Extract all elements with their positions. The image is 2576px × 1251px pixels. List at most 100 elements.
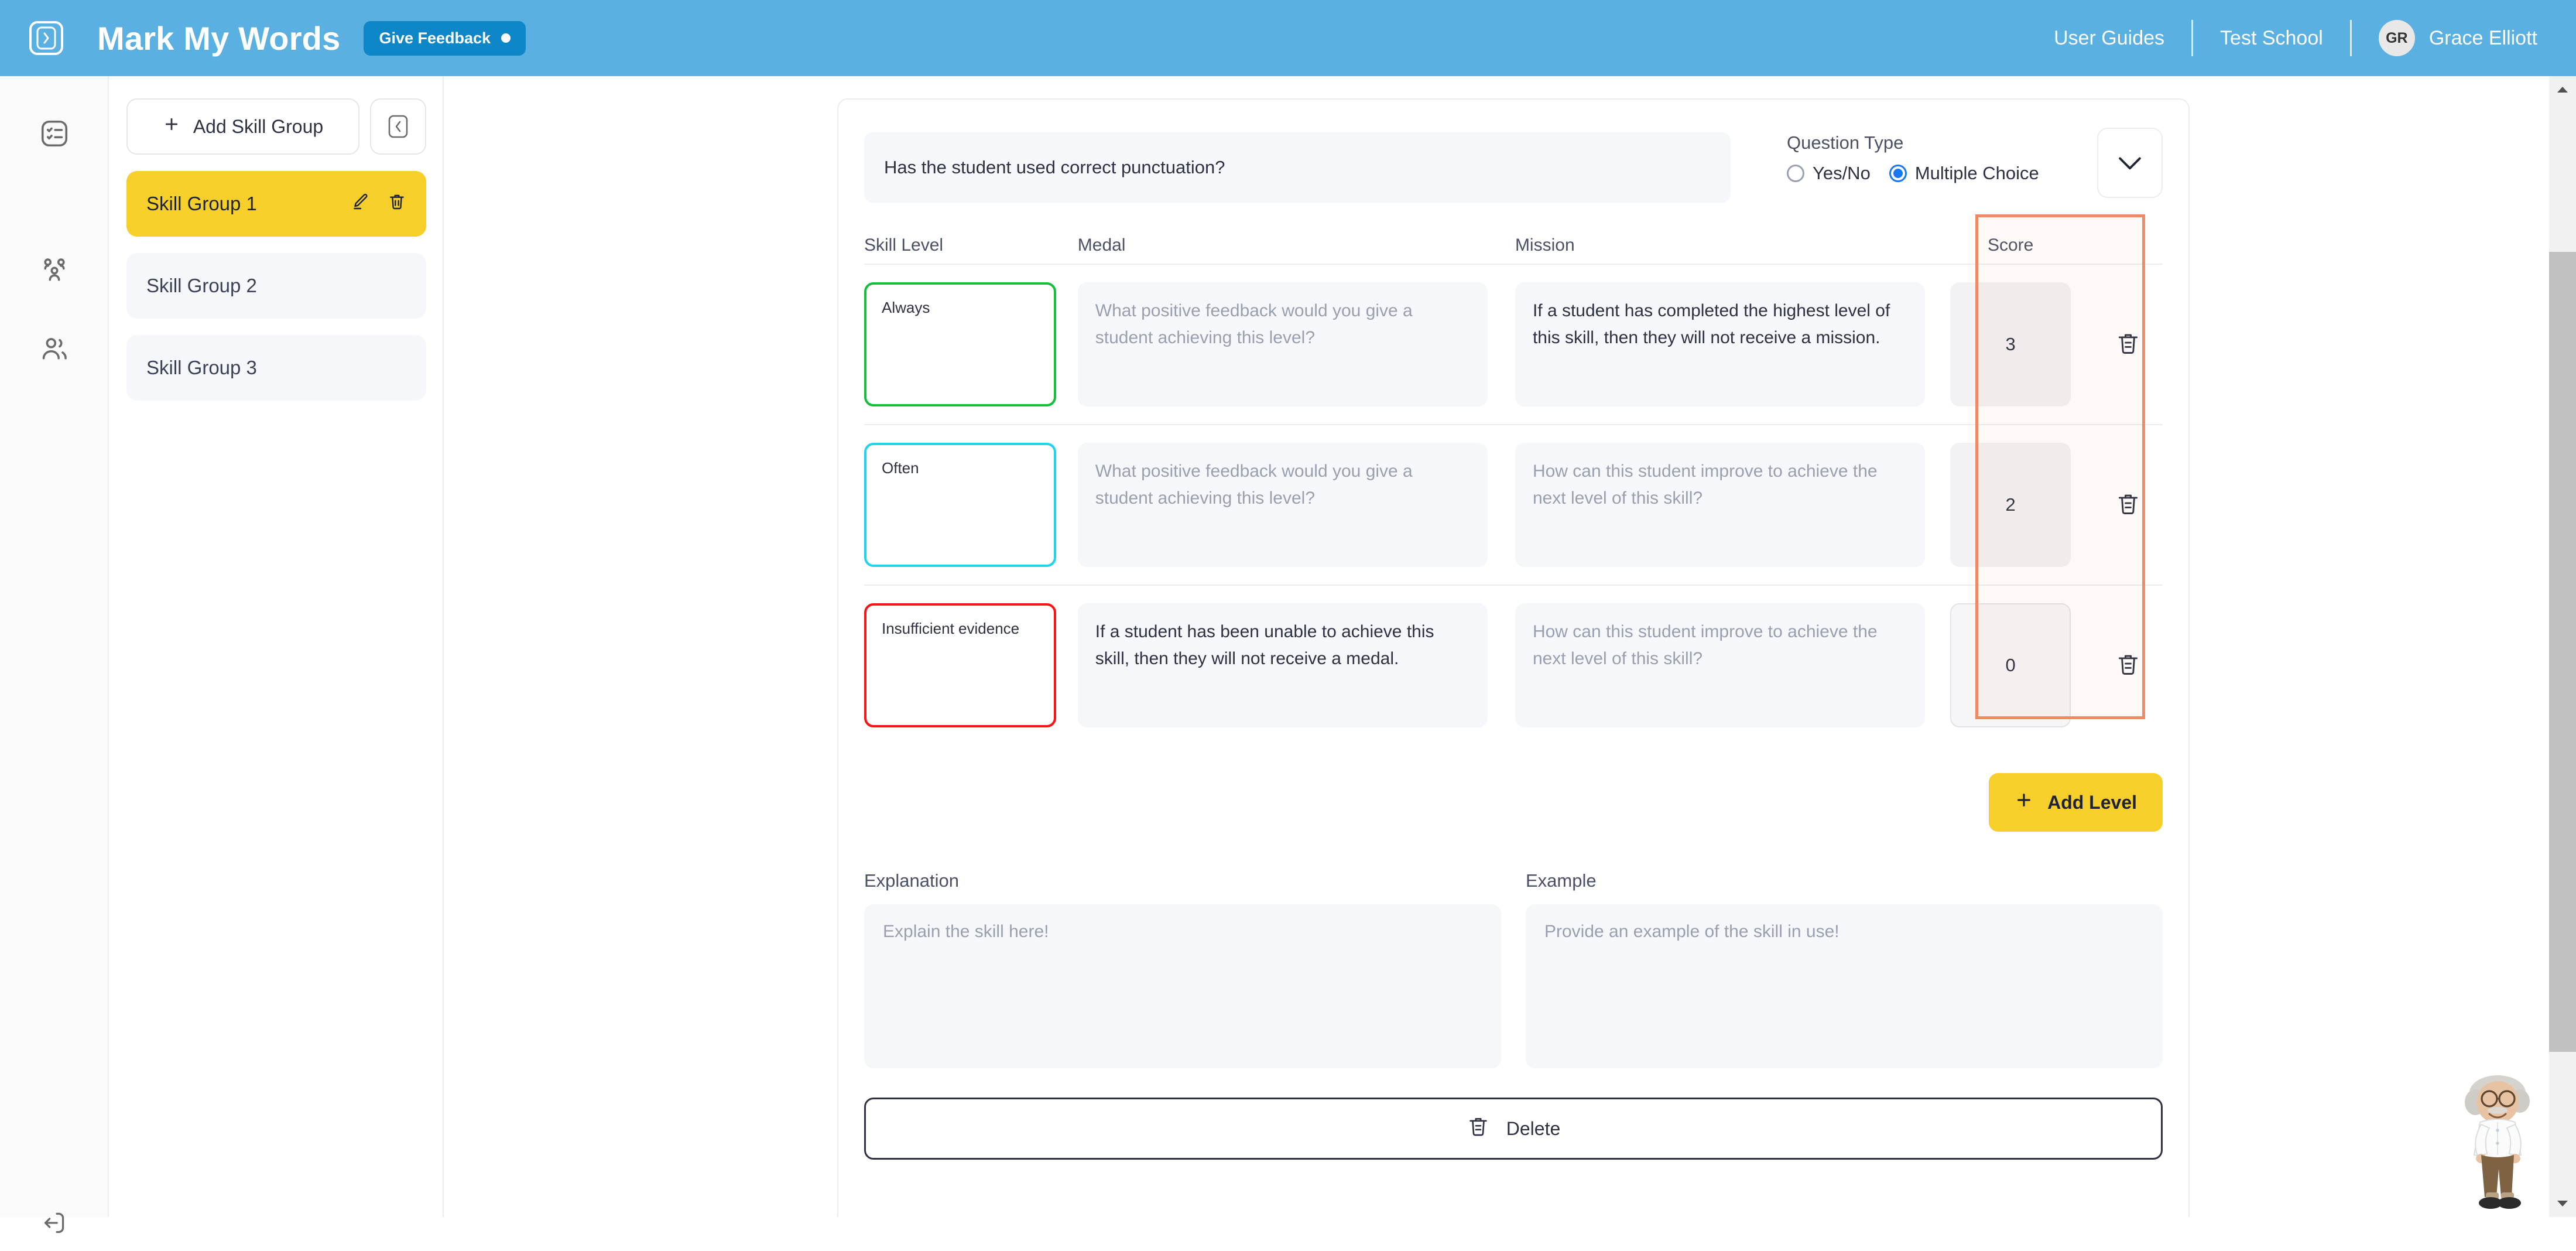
radio-multiple-choice-label: Multiple Choice xyxy=(1914,163,2039,183)
give-feedback-button[interactable]: Give Feedback xyxy=(364,20,526,56)
school-name-link[interactable]: Test School xyxy=(2193,27,2350,50)
delete-skill-button[interactable]: Delete xyxy=(864,1098,2163,1160)
skill-level-input[interactable]: Insufficient evidence xyxy=(864,603,1056,727)
example-label: Example xyxy=(1526,870,1597,891)
add-level-row: Add Level xyxy=(838,745,2188,832)
radio-yes-no[interactable] xyxy=(1787,165,1804,182)
radio-multiple-choice[interactable] xyxy=(1889,165,1907,182)
question-row: Has the student used correct punctuation… xyxy=(838,100,2188,203)
cell-delete xyxy=(2094,491,2163,519)
sidebar-item-skill-group-2[interactable]: Skill Group 2 xyxy=(126,253,426,319)
panel-expand-icon[interactable] xyxy=(29,21,63,55)
delete-skill-row: Delete xyxy=(838,1068,2188,1160)
mission-input[interactable]: If a student has completed the highest l… xyxy=(1515,282,1925,406)
medal-input[interactable]: What positive feedback would you give a … xyxy=(1077,443,1488,567)
chevron-down-icon[interactable] xyxy=(2097,128,2163,198)
explanation-block: Explanation Explain the skill here! xyxy=(864,870,1501,1068)
professor-mascot xyxy=(2445,1072,2550,1217)
add-skill-group-button[interactable]: Add Skill Group xyxy=(126,98,359,155)
user-guides-link[interactable]: User Guides xyxy=(2027,27,2191,50)
cell-mission: How can this student improve to achieve … xyxy=(1515,443,1927,567)
plus-icon xyxy=(163,115,180,138)
topbar-right-cluster: User Guides Test School GR Grace Elliott xyxy=(2027,0,2576,76)
skill-levels-table: Skill Level Medal Mission Score Always W… xyxy=(838,214,2188,745)
example-textarea[interactable]: Provide an example of the skill in use! xyxy=(1526,904,2163,1068)
skill-group-actions xyxy=(351,192,406,216)
column-header-score: Score xyxy=(1987,235,2034,255)
column-header-skill-level: Skill Level xyxy=(864,235,944,255)
cell-skill-level: Often xyxy=(864,443,1078,567)
mission-input[interactable]: How can this student improve to achieve … xyxy=(1515,443,1925,567)
cell-score: 3 xyxy=(1927,282,2094,406)
logout-icon[interactable] xyxy=(0,1195,109,1251)
feedback-status-dot-icon xyxy=(501,33,511,43)
medal-input[interactable]: What positive feedback would you give a … xyxy=(1077,282,1488,406)
skill-group-label: Skill Group 1 xyxy=(146,193,257,214)
class-group-icon[interactable] xyxy=(0,242,109,299)
skill-group-label: Skill Group 2 xyxy=(146,275,257,296)
cell-medal: What positive feedback would you give a … xyxy=(1077,282,1515,406)
sidebar-item-skill-group-1[interactable]: Skill Group 1 xyxy=(126,171,426,237)
topbar-left-cluster: Mark My Words Give Feedback xyxy=(0,19,526,57)
skill-level-input[interactable]: Always xyxy=(864,282,1056,406)
content-scrollbar[interactable] xyxy=(2549,76,2576,1217)
explanation-textarea[interactable]: Explain the skill here! xyxy=(864,904,1501,1068)
score-input[interactable]: 3 xyxy=(1950,282,2071,406)
cell-skill-level: Insufficient evidence xyxy=(864,603,1078,727)
caret-down-icon[interactable] xyxy=(2549,1190,2576,1217)
explanation-label: Explanation xyxy=(864,870,960,891)
score-input[interactable]: 2 xyxy=(1950,443,2071,567)
avatar: GR xyxy=(2378,20,2415,56)
score-input[interactable]: 0 xyxy=(1950,603,2071,727)
question-type-label: Question Type xyxy=(1787,132,1904,153)
question-input[interactable]: Has the student used correct punctuation… xyxy=(864,132,1731,203)
cell-delete xyxy=(2094,651,2163,680)
checklist-icon[interactable] xyxy=(0,105,109,162)
top-navigation-bar: Mark My Words Give Feedback User Guides … xyxy=(0,0,2576,76)
add-level-label: Add Level xyxy=(2047,791,2137,813)
table-row: Often What positive feedback would you g… xyxy=(864,424,2163,585)
question-type-options: Yes/No Multiple Choice xyxy=(1787,163,2050,184)
table-column-headers: Skill Level Medal Mission Score xyxy=(864,227,2163,264)
pencil-icon[interactable] xyxy=(351,192,370,216)
trash-icon[interactable] xyxy=(2115,330,2141,359)
cell-score: 0 xyxy=(1927,603,2094,727)
give-feedback-label: Give Feedback xyxy=(379,29,491,47)
app-title: Mark My Words xyxy=(97,19,341,57)
scrollbar-thumb[interactable] xyxy=(2549,252,2576,1052)
cell-medal: If a student has been unable to achieve … xyxy=(1077,603,1515,727)
column-header-medal: Medal xyxy=(1077,235,1126,255)
mission-input[interactable]: How can this student improve to achieve … xyxy=(1515,603,1925,727)
table-row: Insufficient evidence If a student has b… xyxy=(864,585,2163,745)
panel-collapse-icon[interactable] xyxy=(370,98,426,155)
sidebar-item-skill-group-3[interactable]: Skill Group 3 xyxy=(126,335,426,401)
skill-group-label: Skill Group 3 xyxy=(146,357,257,378)
user-name-label: Grace Elliott xyxy=(2428,26,2537,49)
cell-medal: What positive feedback would you give a … xyxy=(1077,443,1515,567)
trash-icon[interactable] xyxy=(2115,491,2141,519)
user-menu[interactable]: GR Grace Elliott xyxy=(2352,20,2537,56)
add-skill-group-label: Add Skill Group xyxy=(193,115,324,137)
main-content-area: Has the student used correct punctuation… xyxy=(445,76,2576,1217)
skill-groups-sidebar: Add Skill Group Skill Group 1 Skill Grou… xyxy=(110,76,444,1217)
cell-score: 2 xyxy=(1927,443,2094,567)
table-row: Always What positive feedback would you … xyxy=(864,264,2163,424)
explanation-example-row: Explanation Explain the skill here! Exam… xyxy=(838,832,2188,1068)
trash-icon[interactable] xyxy=(2115,651,2141,680)
example-block: Example Provide an example of the skill … xyxy=(1526,870,2163,1068)
add-level-button[interactable]: Add Level xyxy=(1989,773,2163,832)
medal-input[interactable]: If a student has been unable to achieve … xyxy=(1077,603,1488,727)
icon-rail-sidebar xyxy=(0,76,109,1233)
users-icon[interactable] xyxy=(0,321,109,377)
caret-up-icon[interactable] xyxy=(2549,76,2576,103)
cell-mission: If a student has completed the highest l… xyxy=(1515,282,1927,406)
trash-icon xyxy=(1467,1115,1490,1143)
skill-editor-card: Has the student used correct punctuation… xyxy=(837,98,2190,1217)
skill-level-input[interactable]: Often xyxy=(864,443,1056,567)
cell-skill-level: Always xyxy=(864,282,1078,406)
delete-skill-label: Delete xyxy=(1506,1117,1561,1139)
radio-yes-no-label: Yes/No xyxy=(1813,163,1871,183)
trash-icon[interactable] xyxy=(388,192,406,216)
question-type-block: Question Type Yes/No Multiple Choice xyxy=(1787,132,2050,184)
skill-groups-header: Add Skill Group xyxy=(126,98,426,155)
